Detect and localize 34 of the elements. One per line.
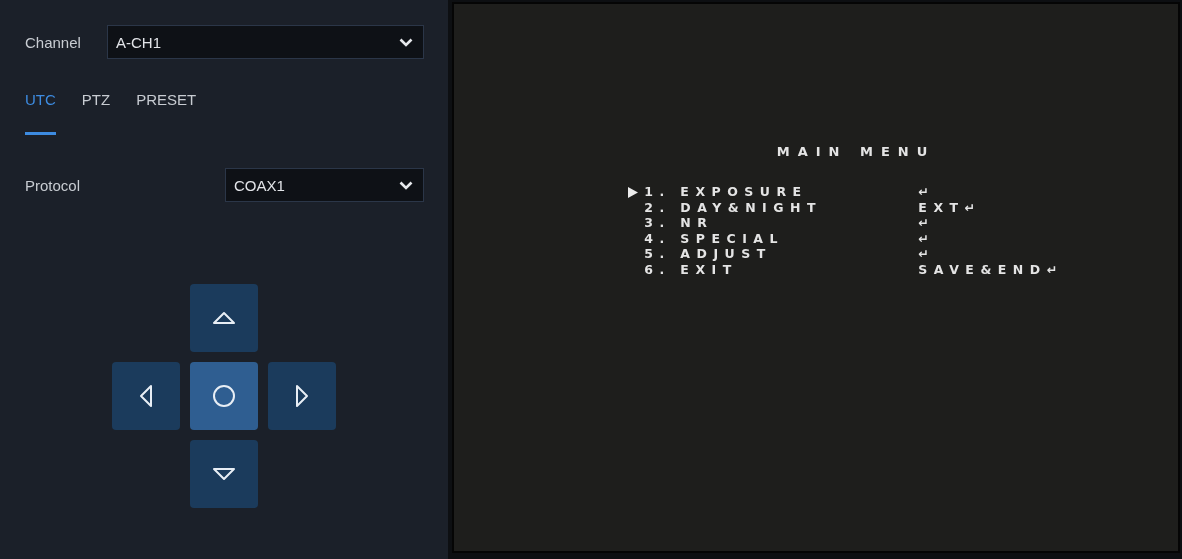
tab[interactable]: PRESET [136, 91, 197, 135]
osd-item: EXIT [680, 262, 739, 277]
protocol-label: Protocol [25, 176, 81, 194]
left-button[interactable] [112, 362, 180, 430]
chevron-down-icon [399, 37, 413, 47]
up-button[interactable] [190, 284, 258, 352]
down-button[interactable] [190, 440, 258, 508]
osd-number: 1. [644, 185, 672, 200]
osd-item: ADJUST [680, 247, 773, 262]
channel-dropdown[interactable]: A-CH1 [107, 25, 424, 59]
osd-number: 6. [644, 262, 672, 277]
tab[interactable]: UTC [25, 91, 56, 135]
chevron-down-icon [399, 180, 413, 190]
circle-icon [212, 384, 236, 408]
osd-value: ↵ [918, 216, 937, 231]
osd-value: ↵ [918, 231, 937, 246]
osd-item: EXPOSURE [680, 185, 809, 200]
channel-label: Channel [25, 33, 81, 51]
tab[interactable]: PTZ [81, 91, 111, 135]
osd-number: 2. [644, 200, 672, 215]
osd-item: NR [680, 216, 715, 231]
osd-value: EXT↵ [918, 200, 983, 215]
osd-title: MAIN MENU [776, 144, 936, 159]
protocol-dropdown[interactable]: COAX1 [225, 168, 424, 202]
osd-value: ↵ [918, 185, 937, 200]
right-button[interactable] [268, 362, 336, 430]
osd-number: 5. [644, 247, 672, 262]
osd-number: 3. [644, 216, 672, 231]
osd-number: 4. [644, 231, 672, 246]
osd-value: ↵ [918, 247, 937, 262]
osd-value: SAVE&END↵ [918, 262, 1064, 277]
osd-item: DAY&NIGHT [680, 200, 823, 215]
center-button[interactable] [190, 362, 258, 430]
osd-item: SPECIAL [680, 231, 785, 246]
